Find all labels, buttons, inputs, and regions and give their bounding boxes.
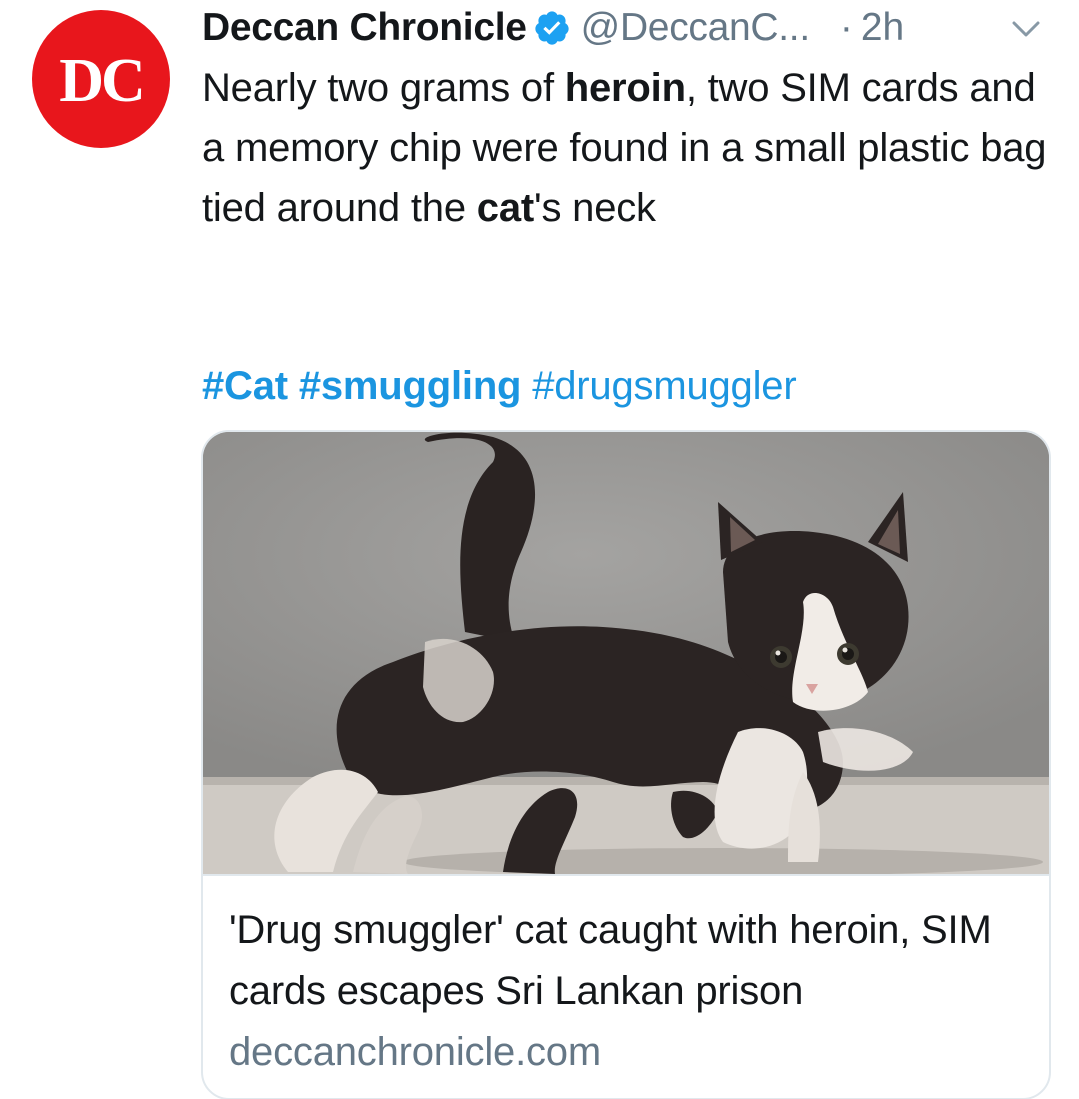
hashtag-cat[interactable]: #Cat [202,364,288,408]
chevron-down-icon[interactable] [1006,14,1046,44]
tweet-header: Deccan Chronicle @DeccanC... · 2h [202,2,1052,54]
separator-dot: · [839,6,853,49]
card-title[interactable]: 'Drug smuggler' cat caught with heroin, … [229,900,1029,1022]
card-image-kitten[interactable] [203,432,1049,876]
tweet[interactable]: DC Deccan Chronicle @DeccanC... · 2h Nea… [0,0,1079,1099]
tweet-text-segment: 's neck [534,186,656,230]
hashtags: #Cat #smuggling #drugsmuggler [202,356,797,416]
kitten-illustration [203,432,1049,876]
avatar-logo-text: DC [59,47,146,115]
hashtag-smuggling[interactable]: #smuggling [299,364,522,408]
tweet-text: Nearly two grams of heroin, two SIM card… [202,58,1062,238]
link-preview-card[interactable]: 'Drug smuggler' cat caught with heroin, … [201,430,1051,1099]
card-domain: deccanchronicle.com [229,1030,601,1074]
tweet-text-bold-cat: cat [476,186,535,230]
verified-badge-icon [535,11,569,45]
hashtag-drugsmuggler[interactable]: #drugsmuggler [532,364,796,408]
avatar[interactable]: DC [32,10,170,148]
display-name[interactable]: Deccan Chronicle [202,6,527,50]
tweet-text-bold-heroin: heroin [564,66,686,110]
timestamp[interactable]: 2h [861,6,904,50]
handle[interactable]: @DeccanC... [581,6,811,50]
tweet-text-segment: Nearly two grams of [202,66,565,110]
